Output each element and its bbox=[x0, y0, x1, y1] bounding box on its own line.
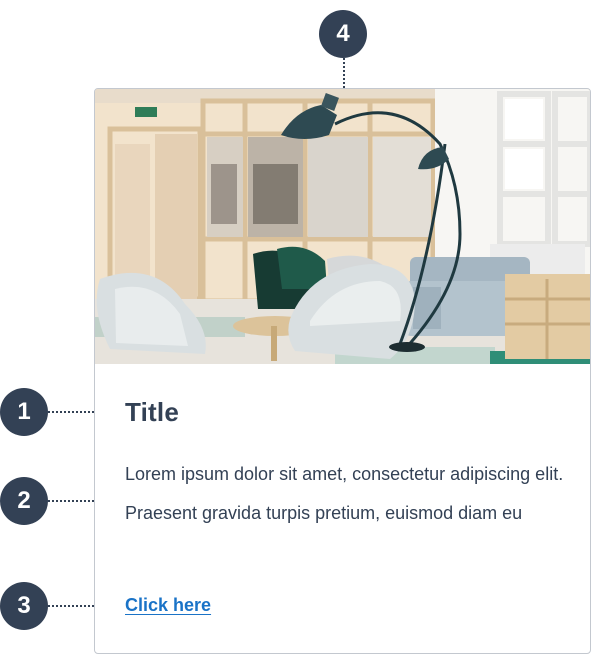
content-card: Title Lorem ipsum dolor sit amet, consec… bbox=[94, 88, 591, 654]
card-body-text: Lorem ipsum dolor sit amet, consectetur … bbox=[125, 464, 564, 523]
callout-leader-4 bbox=[343, 58, 345, 88]
callout-badge-2: 2 bbox=[0, 477, 48, 525]
card-link[interactable]: Click here bbox=[125, 595, 211, 616]
office-lounge-image bbox=[95, 89, 590, 364]
callout-badge-4: 4 bbox=[319, 10, 367, 58]
callout-badge-3: 3 bbox=[0, 582, 48, 630]
card-title: Title bbox=[125, 397, 179, 427]
callout-badge-1: 1 bbox=[0, 388, 48, 436]
